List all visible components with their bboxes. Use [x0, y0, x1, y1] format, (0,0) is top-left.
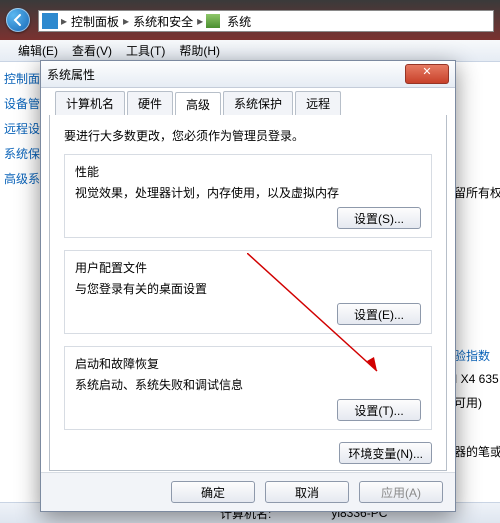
info-fragment: 可用) — [452, 390, 500, 415]
ok-button[interactable]: 确定 — [171, 481, 255, 503]
group-performance: 性能 视觉效果，处理器计划，内存使用，以及虚拟内存 设置(S)... — [64, 154, 432, 238]
dialog-title: 系统属性 — [47, 66, 405, 83]
chevron-right-icon: ▸ — [197, 14, 203, 28]
tab-remote[interactable]: 远程 — [295, 91, 341, 115]
group-desc: 系统启动、系统失败和调试信息 — [75, 376, 421, 393]
breadcrumb-item[interactable]: 系统 — [223, 13, 255, 30]
group-title: 启动和故障恢复 — [75, 355, 421, 372]
close-button[interactable]: ✕ — [405, 64, 449, 84]
group-desc: 视觉效果，处理器计划，内存使用，以及虚拟内存 — [75, 184, 421, 201]
group-user-profiles: 用户配置文件 与您登录有关的桌面设置 设置(E)... — [64, 250, 432, 334]
tab-panel-advanced: 要进行大多数更改，您必须作为管理员登录。 性能 视觉效果，处理器计划，内存使用，… — [49, 115, 447, 471]
performance-settings-button[interactable]: 设置(S)... — [337, 207, 421, 229]
tab-system-protection[interactable]: 系统保护 — [223, 91, 293, 115]
cancel-button[interactable]: 取消 — [265, 481, 349, 503]
group-title: 用户配置文件 — [75, 259, 421, 276]
info-fragment: 验指数 — [452, 343, 500, 368]
dialog-footer: 确定 取消 应用(A) — [41, 472, 455, 511]
info-fragment: 留所有权 — [452, 180, 500, 205]
menu-view[interactable]: 查看(V) — [72, 42, 112, 59]
menu-help[interactable]: 帮助(H) — [179, 42, 220, 59]
environment-variables-button[interactable]: 环境变量(N)... — [339, 442, 432, 464]
address-bar[interactable]: ▸ 控制面板 ▸ 系统和安全 ▸ 系统 — [38, 10, 494, 32]
explorer-titlebar: ▸ 控制面板 ▸ 系统和安全 ▸ 系统 — [0, 0, 500, 40]
tab-strip: 计算机名 硬件 高级 系统保护 远程 — [49, 91, 447, 116]
arrow-left-icon — [11, 13, 25, 27]
profiles-settings-button[interactable]: 设置(E)... — [337, 303, 421, 325]
apply-button[interactable]: 应用(A) — [359, 481, 443, 503]
info-fragment: I X4 635 — [452, 368, 500, 390]
menu-bar: 编辑(E) 查看(V) 工具(T) 帮助(H) — [0, 40, 500, 62]
info-fragment: 器的笔或 — [452, 439, 500, 464]
breadcrumb-item[interactable]: 系统和安全 — [129, 13, 197, 30]
admin-note: 要进行大多数更改，您必须作为管理员登录。 — [64, 127, 432, 144]
menu-edit[interactable]: 编辑(E) — [18, 42, 58, 59]
system-properties-dialog: 系统属性 ✕ 计算机名 硬件 高级 系统保护 远程 要进行大多数更改，您必须作为… — [40, 60, 456, 512]
menu-tools[interactable]: 工具(T) — [126, 42, 165, 59]
group-desc: 与您登录有关的桌面设置 — [75, 280, 421, 297]
folder-icon — [42, 13, 58, 29]
tab-computer-name[interactable]: 计算机名 — [55, 91, 125, 115]
startup-settings-button[interactable]: 设置(T)... — [337, 399, 421, 421]
breadcrumb-item[interactable]: 控制面板 — [67, 13, 123, 30]
dialog-titlebar[interactable]: 系统属性 ✕ — [41, 61, 455, 88]
system-icon — [206, 14, 220, 28]
tab-advanced[interactable]: 高级 — [175, 92, 221, 116]
group-title: 性能 — [75, 163, 421, 180]
close-icon: ✕ — [422, 66, 431, 78]
tab-hardware[interactable]: 硬件 — [127, 91, 173, 115]
group-startup-recovery: 启动和故障恢复 系统启动、系统失败和调试信息 设置(T)... — [64, 346, 432, 430]
right-info: 留所有权 验指数 I X4 635 可用) 器的笔或 — [452, 62, 500, 523]
back-button[interactable] — [6, 8, 30, 32]
